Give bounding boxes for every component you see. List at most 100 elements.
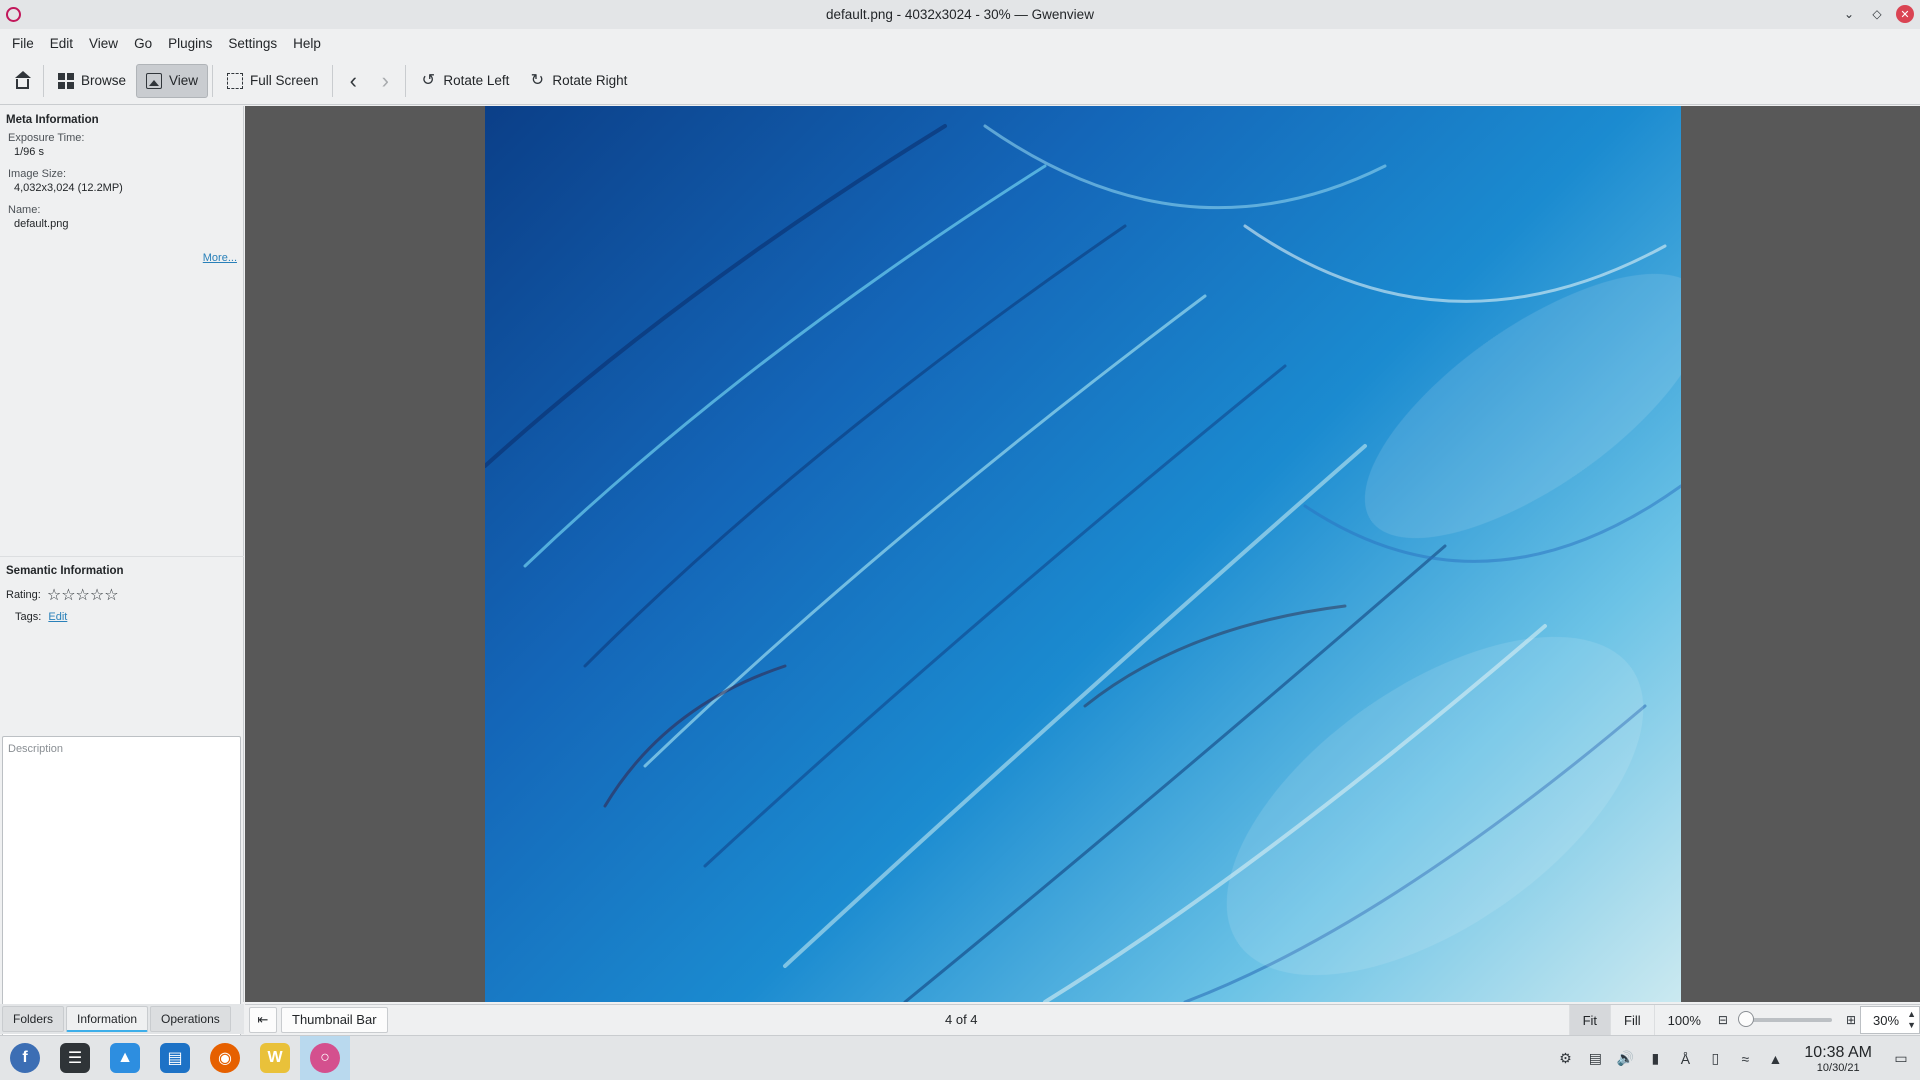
kde-connect-icon[interactable]: ⚙ [1556, 1050, 1574, 1068]
task-discover[interactable]: ▲ [100, 1036, 150, 1080]
star-icon[interactable]: ☆ [76, 587, 90, 604]
semantic-info-section: Semantic Information Rating: ☆☆☆☆☆ Tags:… [0, 556, 244, 629]
wifi-icon[interactable]: ≈ [1736, 1050, 1754, 1068]
rotate-left-icon: ↺ [421, 71, 436, 89]
rotate-left-label: Rotate Left [443, 73, 510, 88]
thumbnail-bar-button[interactable]: Thumbnail Bar [281, 1006, 388, 1033]
browse-label: Browse [81, 73, 127, 88]
semantic-info-title: Semantic Information [6, 565, 124, 577]
task-firefox[interactable]: ◉ [200, 1036, 250, 1080]
toggle-sidebar-button[interactable]: ⇤ [249, 1006, 277, 1033]
sidebar-toggle-icon: ⇤ [257, 1011, 269, 1027]
star-icon[interactable]: ☆ [104, 587, 118, 604]
star-icon[interactable]: ☆ [61, 587, 75, 604]
menu-help[interactable]: Help [285, 36, 329, 51]
image-size-label: Image Size: [8, 168, 67, 180]
browse-button[interactable]: Browse [48, 64, 136, 98]
zoom-100-button[interactable]: 100% [1653, 1005, 1714, 1035]
marbled-pattern-graphic [485, 124, 1681, 1002]
bluetooth-icon[interactable]: Å [1676, 1050, 1694, 1068]
name-label: Name: [8, 204, 41, 216]
minimize-icon[interactable]: ⌄ [1840, 5, 1858, 23]
window-controls: ⌄ ◇ ✕ [1840, 5, 1914, 23]
zoom-value: 30% [1873, 1012, 1900, 1028]
zoom-input[interactable]: 30% ▲ ▼ [1860, 1006, 1920, 1034]
rotate-right-icon: ↻ [530, 71, 545, 89]
rating-stars[interactable]: ☆☆☆☆☆ [47, 585, 119, 605]
zoom-in-icon[interactable]: ⊞ [1842, 1013, 1860, 1027]
menu-file[interactable]: File [4, 36, 42, 51]
tab-folders[interactable]: Folders [2, 1006, 65, 1032]
status-bar: ⇤ Thumbnail Bar 4 of 4 Fit Fill 100% ⊟ ⊞… [245, 1004, 1920, 1035]
zoom-fit-button[interactable]: Fit [1568, 1005, 1611, 1035]
star-icon[interactable]: ☆ [90, 587, 104, 604]
toolbar-separator [212, 64, 214, 97]
fullscreen-icon [227, 72, 244, 89]
menu-edit[interactable]: Edit [42, 36, 81, 51]
toolbar-separator [43, 64, 44, 97]
tab-operations[interactable]: Operations [150, 1006, 231, 1032]
firefox-icon: ◉ [210, 1043, 240, 1073]
exposure-label: Exposure Time: [8, 132, 85, 144]
battery-icon[interactable]: ▮ [1646, 1050, 1664, 1068]
more-link[interactable]: More... [203, 252, 237, 264]
home-button[interactable] [6, 64, 39, 98]
zoom-slider[interactable] [1737, 1011, 1832, 1027]
meta-info-title: Meta Information [6, 114, 99, 126]
fullscreen-button[interactable]: Full Screen [217, 64, 328, 98]
folder-icon: ▤ [160, 1043, 190, 1073]
home-icon [15, 70, 31, 89]
menu-settings[interactable]: Settings [220, 36, 285, 51]
taskbar: f ☰ ▲ ▤ ◉ W ○ ⚙ ▤ 🔊 ▮ Å ▯ ≈ ▲ 10:38 AM 1… [0, 1035, 1920, 1080]
sidebar-tabs: Folders Information Operations [0, 1004, 244, 1034]
zoom-spin-icon[interactable]: ▲ ▼ [1907, 1009, 1916, 1031]
task-system-settings[interactable]: ☰ [50, 1036, 100, 1080]
view-label: View [169, 73, 199, 88]
displayed-image[interactable] [485, 106, 1681, 1002]
window-title: default.png - 4032x3024 - 30% — Gwenview [826, 7, 1094, 22]
clock-date: 10/30/21 [1816, 1061, 1860, 1074]
rating-label: Rating: [6, 589, 41, 601]
task-writer[interactable]: W [250, 1036, 300, 1080]
main-toolbar: Browse View Full Screen ‹ › ↺ Rotate Lef… [0, 57, 1920, 105]
menu-view[interactable]: View [81, 36, 126, 51]
fedora-logo-icon: f [10, 1043, 40, 1073]
grid-icon [58, 72, 74, 89]
zoom-slider-handle[interactable] [1737, 1011, 1754, 1027]
rotate-right-button[interactable]: ↻ Rotate Right [519, 64, 637, 98]
application-launcher[interactable]: f [0, 1036, 50, 1080]
menu-go[interactable]: Go [126, 36, 160, 51]
zoom-out-icon[interactable]: ⊟ [1714, 1013, 1732, 1027]
title-bar: default.png - 4032x3024 - 30% — Gwenview… [0, 0, 1920, 29]
writer-icon: W [260, 1043, 290, 1073]
rotate-left-button[interactable]: ↺ Rotate Left [410, 64, 519, 98]
usb-device-icon[interactable]: ▯ [1706, 1050, 1724, 1068]
next-arrow-icon[interactable]: › [369, 66, 401, 96]
maximize-icon[interactable]: ◇ [1868, 5, 1886, 23]
tab-information[interactable]: Information [66, 1006, 149, 1032]
view-button[interactable]: View [136, 63, 209, 98]
zoom-fill-button[interactable]: Fill [1610, 1005, 1654, 1035]
show-desktop-icon[interactable]: ▭ [1892, 1050, 1910, 1068]
gwenview-app-icon[interactable] [6, 7, 21, 22]
exposure-value: 1/96 s [14, 146, 44, 158]
image-icon [146, 72, 163, 89]
previous-arrow-icon[interactable]: ‹ [337, 66, 369, 96]
menu-bar: File Edit View Go Plugins Settings Help [0, 29, 1920, 57]
menu-plugins[interactable]: Plugins [160, 36, 220, 51]
clipboard-icon[interactable]: ▤ [1586, 1050, 1604, 1068]
image-viewer[interactable] [245, 106, 1920, 1002]
image-size-value: 4,032x3,024 (12.2MP) [14, 182, 123, 194]
task-gwenview[interactable]: ○ [300, 1035, 350, 1080]
star-icon[interactable]: ☆ [47, 587, 61, 604]
volume-icon[interactable]: 🔊 [1616, 1050, 1634, 1068]
expand-tray-icon[interactable]: ▲ [1766, 1050, 1784, 1068]
sidebar: Meta Information Exposure Time: 1/96 s I… [0, 106, 244, 1080]
system-tray: ⚙ ▤ 🔊 ▮ Å ▯ ≈ ▲ 10:38 AM 10/30/21 ▭ [1556, 1036, 1920, 1080]
close-icon[interactable]: ✕ [1896, 5, 1914, 23]
gwenview-icon: ○ [310, 1043, 340, 1073]
clock[interactable]: 10:38 AM 10/30/21 [1804, 1044, 1872, 1074]
discover-store-icon: ▲ [110, 1043, 140, 1073]
tags-edit-link[interactable]: Edit [48, 611, 67, 623]
task-file-manager[interactable]: ▤ [150, 1036, 200, 1080]
